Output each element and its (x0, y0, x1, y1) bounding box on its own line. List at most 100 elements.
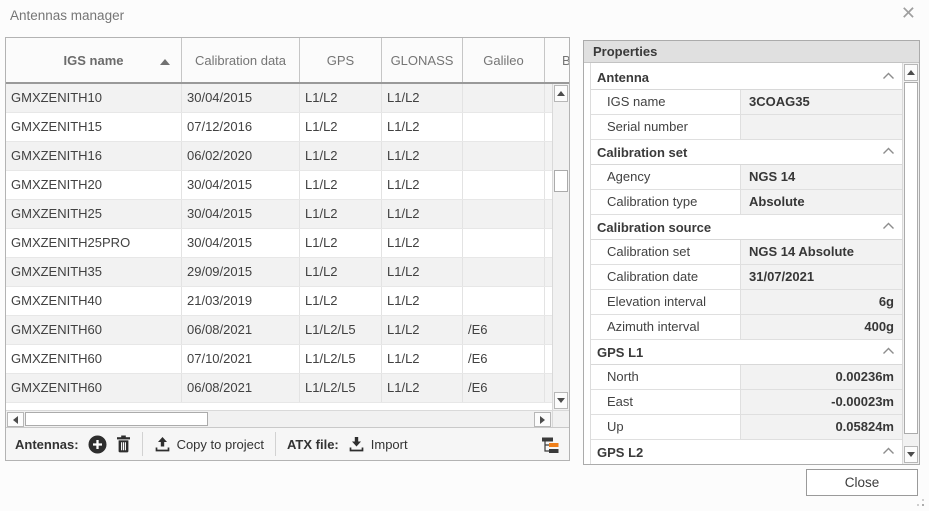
table-row[interactable]: GMXZENITH4021/03/2019L1/L2L1/L2 (6, 287, 552, 316)
column-header-calibration-data[interactable]: Calibration data (182, 38, 300, 82)
property-value: 6g (741, 290, 902, 314)
section-header-gps-l2[interactable]: GPS L2 (591, 440, 902, 464)
table-row[interactable]: GMXZENITH1606/02/2020L1/L2L1/L2 (6, 142, 552, 171)
table-cell: 29/09/2015 (182, 258, 300, 286)
scroll-up-button[interactable] (554, 85, 568, 102)
triangle-down-icon (557, 398, 565, 403)
scroll-down-button[interactable] (554, 392, 568, 409)
section-header-calibration-set[interactable]: Calibration set (591, 140, 902, 165)
triangle-up-icon (557, 91, 565, 96)
property-row-azimuth-interval[interactable]: Azimuth interval400g (591, 315, 902, 340)
property-row-agency[interactable]: AgencyNGS 14 (591, 165, 902, 190)
resize-grip[interactable] (922, 504, 924, 506)
property-row-calibration-date[interactable]: Calibration date31/07/2021 (591, 265, 902, 290)
column-header-label: Calibration data (195, 53, 286, 68)
table-row[interactable]: GMXZENITH6006/08/2021L1/L2/L5L1/L2/E6 (6, 374, 552, 403)
scroll-up-button[interactable] (904, 64, 918, 81)
section-header-antenna[interactable]: Antenna (591, 65, 902, 90)
table-cell (463, 200, 545, 228)
property-label: Calibration set (591, 240, 741, 264)
table-row[interactable]: GMXZENITH2030/04/2015L1/L2L1/L2 (6, 171, 552, 200)
tree-view-button[interactable] (541, 435, 560, 454)
property-label: North (591, 365, 741, 389)
properties-scrollbar-thumb[interactable] (904, 82, 918, 434)
table-row[interactable]: GMXZENITH1507/12/2016L1/L2L1/L2 (6, 113, 552, 142)
property-row-calibration-set[interactable]: Calibration setNGS 14 Absolute (591, 240, 902, 265)
table-cell: L1/L2 (300, 171, 382, 199)
table-cell: GMXZENITH35 (6, 258, 182, 286)
table-cell: L1/L2/L5 (300, 316, 382, 344)
close-button[interactable]: Close (806, 469, 918, 496)
collapse-chevron-icon[interactable] (882, 72, 895, 80)
column-header-galileo[interactable]: Galileo (463, 38, 545, 82)
scroll-left-button[interactable] (7, 412, 24, 427)
property-label: Serial number (591, 115, 741, 139)
collapse-chevron-icon[interactable] (882, 447, 895, 455)
property-label: East (591, 390, 741, 414)
table-cell: L1/L2 (382, 258, 463, 286)
collapse-chevron-icon[interactable] (882, 222, 895, 230)
table-cell: GMXZENITH40 (6, 287, 182, 315)
properties-vertical-scrollbar[interactable] (902, 63, 919, 464)
download-arrow-icon (348, 436, 365, 453)
horizontal-scrollbar-track[interactable] (208, 411, 533, 427)
table-row[interactable]: GMXZENITH3529/09/2015L1/L2L1/L2 (6, 258, 552, 287)
table-cell: L1/L2 (300, 258, 382, 286)
column-header-label: B (562, 53, 569, 68)
triangle-up-icon (907, 70, 915, 75)
scroll-down-button[interactable] (904, 446, 918, 463)
collapse-chevron-icon[interactable] (882, 147, 895, 155)
property-value: 0.05824m (741, 415, 902, 439)
table-row[interactable]: GMXZENITH6006/08/2021L1/L2/L5L1/L2/E6 (6, 316, 552, 345)
properties-body: AntennaIGS name3COAG35Serial numberCalib… (584, 63, 919, 464)
table-cell (463, 258, 545, 286)
import-atx-button[interactable]: Import (348, 436, 408, 453)
column-header-gps[interactable]: GPS (300, 38, 382, 82)
property-row-calibration-type[interactable]: Calibration typeAbsolute (591, 190, 902, 215)
copy-to-project-button[interactable]: Copy to project (154, 436, 264, 453)
scroll-right-button[interactable] (534, 412, 551, 427)
column-header-clipped[interactable]: B (545, 38, 569, 82)
table-vertical-scrollbar[interactable] (552, 84, 569, 410)
vertical-scrollbar-thumb[interactable] (554, 170, 568, 192)
antennas-label: Antennas: (15, 437, 79, 452)
table-row[interactable]: GMXZENITH1030/04/2015L1/L2L1/L2 (6, 84, 552, 113)
triangle-right-icon (540, 416, 545, 424)
table-horizontal-scrollbar[interactable] (6, 411, 552, 427)
table-row[interactable]: GMXZENITH2530/04/2015L1/L2L1/L2 (6, 200, 552, 229)
property-row-east[interactable]: East-0.00023m (591, 390, 902, 415)
property-label: Up (591, 415, 741, 439)
copy-to-project-label: Copy to project (177, 437, 264, 452)
delete-antenna-button[interactable] (116, 435, 131, 453)
atx-file-label: ATX file: (287, 437, 339, 452)
table-cell: 30/04/2015 (182, 84, 300, 112)
section-header-calibration-source[interactable]: Calibration source (591, 215, 902, 240)
close-icon[interactable]: ✕ (901, 4, 916, 22)
table-cell: L1/L2 (382, 287, 463, 315)
table-horizontal-scrollbar-row (6, 410, 569, 427)
table-cell: L1/L2 (382, 316, 463, 344)
table-cell (545, 200, 552, 228)
sort-ascending-icon (160, 59, 170, 65)
table-cell: L1/L2 (382, 171, 463, 199)
table-cell: 21/03/2019 (182, 287, 300, 315)
table-cell: 06/08/2021 (182, 316, 300, 344)
column-header-glonass[interactable]: GLONASS (382, 38, 463, 82)
table-cell (545, 287, 552, 315)
property-row-north[interactable]: North0.00236m (591, 365, 902, 390)
add-antenna-button[interactable] (88, 435, 107, 454)
property-row-up[interactable]: Up0.05824m (591, 415, 902, 440)
property-row-elevation-interval[interactable]: Elevation interval6g (591, 290, 902, 315)
table-cell: L1/L2 (382, 113, 463, 141)
table-cell: L1/L2 (300, 113, 382, 141)
import-label: Import (371, 437, 408, 452)
property-row-igs-name[interactable]: IGS name3COAG35 (591, 90, 902, 115)
section-header-gps-l1[interactable]: GPS L1 (591, 340, 902, 365)
table-row[interactable]: GMXZENITH6007/10/2021L1/L2/L5L1/L2/E6 (6, 345, 552, 374)
table-row[interactable]: GMXZENITH25PRO30/04/2015L1/L2L1/L2 (6, 229, 552, 258)
property-row-serial-number[interactable]: Serial number (591, 115, 902, 140)
collapse-chevron-icon[interactable] (882, 347, 895, 355)
column-header-igs-name[interactable]: IGS name (6, 38, 182, 82)
table-cell: GMXZENITH25 (6, 200, 182, 228)
horizontal-scrollbar-thumb[interactable] (25, 412, 208, 426)
